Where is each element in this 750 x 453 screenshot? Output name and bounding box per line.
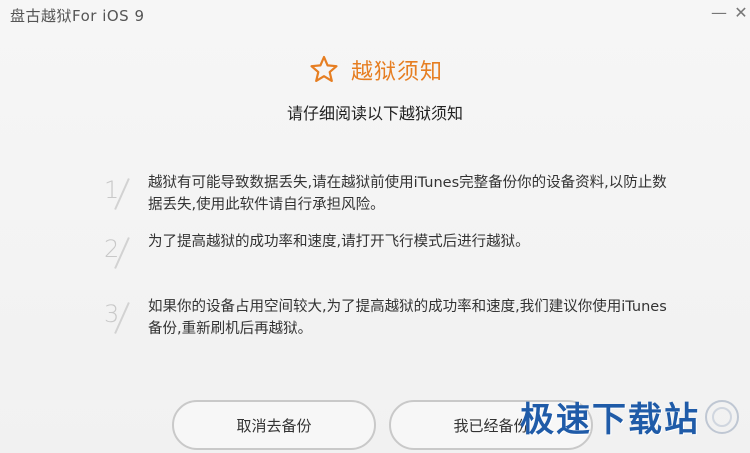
cancel-backup-button[interactable]: 取消去备份 [172, 400, 376, 450]
watermark-logo-icon [705, 399, 739, 434]
watermark: 极速下载站 [520, 392, 742, 441]
notice-text: 越狱有可能导致数据丢失,请在越狱前使用iTunes完整备份你的设备资料,以防止数… [148, 175, 667, 213]
star-icon [310, 55, 338, 82]
brand-header: 越狱须知 [0, 50, 750, 90]
app-window: 盘古越狱For iOS 9 — ✕ 越狱须知 请仔细阅读以下越狱须知 1 越狱有… [0, 0, 750, 453]
close-button[interactable]: ✕ [730, 2, 750, 24]
window-title: 盘古越狱For iOS 9 [10, 7, 145, 25]
notice-number: 1 [96, 172, 140, 216]
watermark-text: 极速下载站 [520, 400, 700, 440]
title-bar: 盘古越狱For iOS 9 — ✕ [0, 0, 750, 32]
brand-title: 越狱须知 [350, 60, 443, 85]
notice-text: 如果你的设备占用空间较大,为了提高越狱的成功率和速度,我们建议你使用iTunes… [148, 299, 667, 337]
page-subtitle: 请仔细阅读以下越狱须知 [286, 104, 463, 123]
notice-number: 2 [96, 231, 140, 275]
notice-number: 3 [96, 296, 140, 340]
notice-text: 为了提高越狱的成功率和速度,请打开飞行模式后进行越狱。 [148, 234, 530, 250]
minimize-button[interactable]: — [708, 2, 730, 24]
